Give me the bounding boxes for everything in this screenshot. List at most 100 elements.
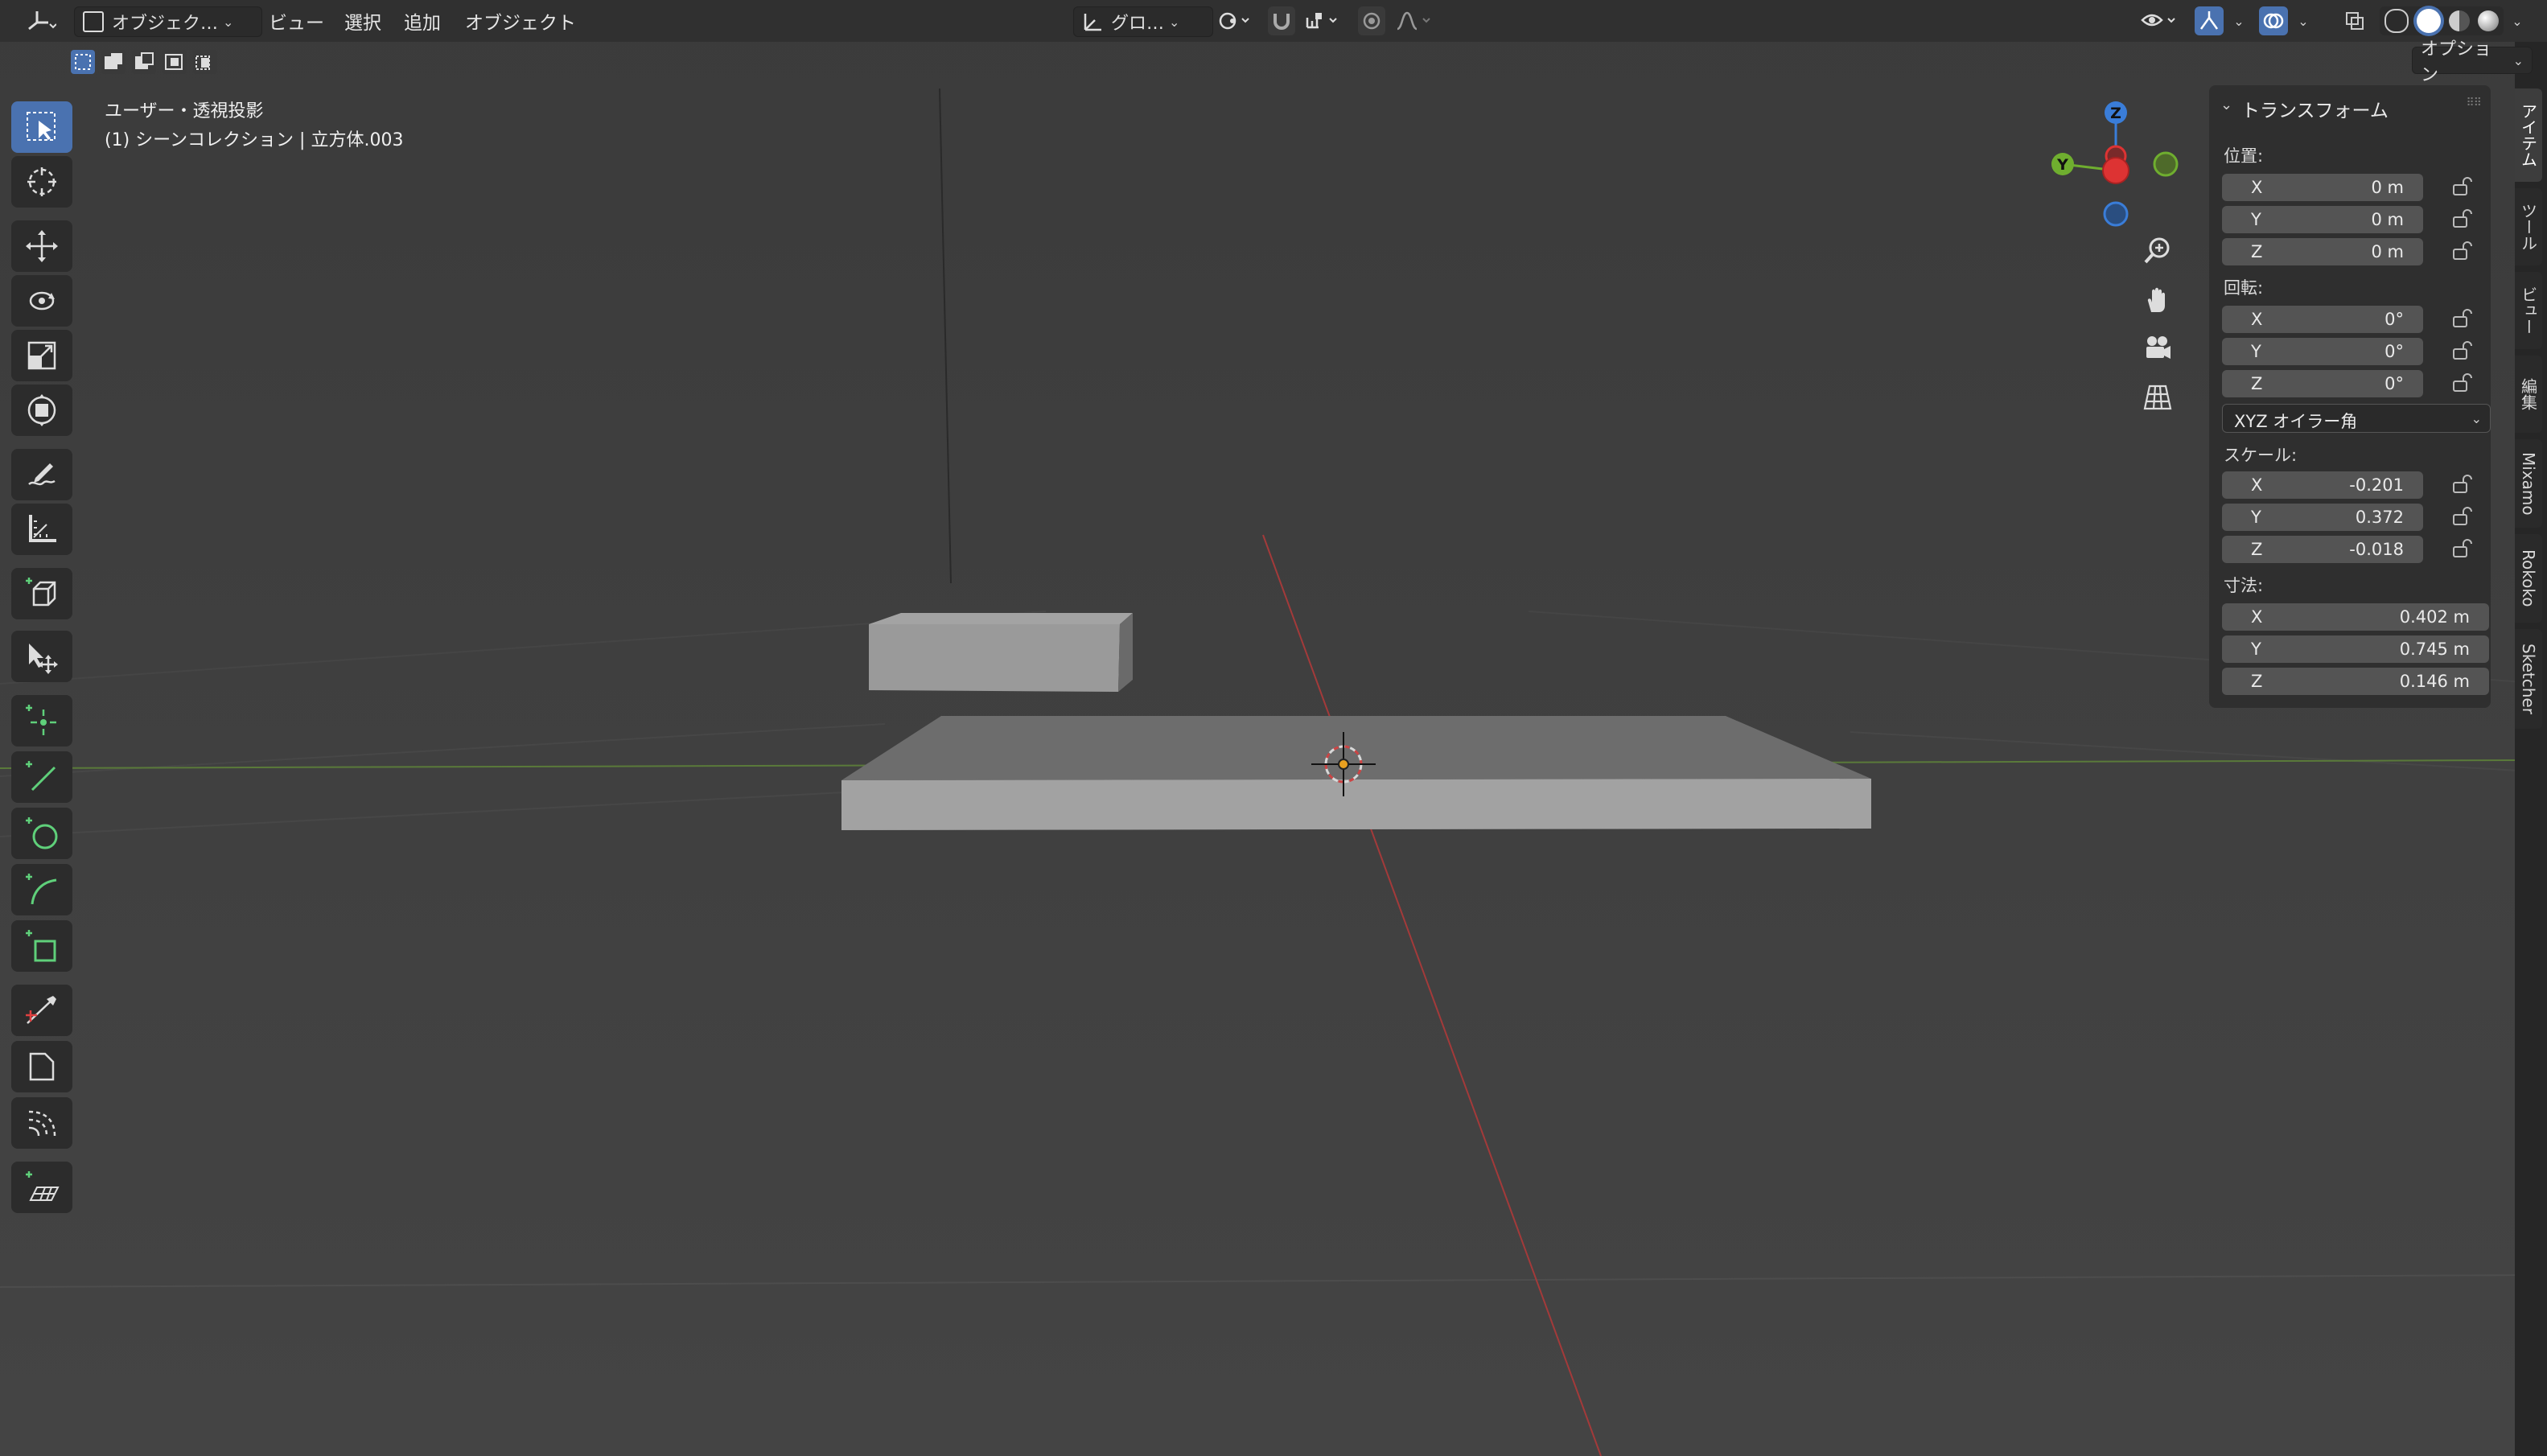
perspective-toggle-button[interactable] [2135,375,2180,420]
select-mode-invert-button[interactable] [163,50,187,74]
gizmo-x-axis[interactable] [2102,157,2129,184]
rotation-z-field[interactable]: Z 0° [2222,370,2423,397]
mode-dropdown[interactable]: オブジェク… ⌄ [74,6,262,37]
tool-knife[interactable] [11,985,72,1036]
scale-y-field[interactable]: Y 0.372 [2222,504,2423,531]
gizmo-neg-z-axis[interactable] [2103,201,2129,227]
menu-object[interactable]: オブジェクト [465,8,576,34]
tool-annotate[interactable] [11,449,72,500]
overlays-toggle-button[interactable] [2259,6,2288,35]
snap-toggle-button[interactable] [1268,6,1295,35]
tool-add-edge[interactable] [11,751,72,803]
scale-z-field[interactable]: Z -0.018 [2222,536,2423,563]
tool-add-grid[interactable] [11,1162,72,1213]
gizmo-dropdown[interactable]: ⌄ [2225,6,2248,35]
select-mode-intersect-button[interactable] [193,50,217,74]
axis-label: Z [2251,374,2263,393]
rotation-y-field[interactable]: Y 0° [2222,338,2423,365]
tab-tool[interactable]: ツール [2515,188,2542,265]
zoom-button[interactable] [2135,228,2180,274]
dimensions-z-field[interactable]: Z 0.146 m [2222,668,2489,695]
transform-orientation-dropdown[interactable]: グロ… ⌄ [1073,6,1213,37]
unlock-icon[interactable] [2450,307,2475,330]
tool-add-cube[interactable] [11,568,72,619]
menu-view[interactable]: ビュー [269,8,324,34]
menu-add[interactable]: 追加 [404,8,441,34]
tool-add-plane[interactable] [11,920,72,972]
unlock-icon[interactable] [2450,208,2475,230]
tool-transform[interactable] [11,385,72,436]
options-dropdown[interactable]: オプション ⌄ [2412,39,2533,85]
select-mode-new-button[interactable] [71,50,95,74]
location-z-field[interactable]: Z 0 m [2222,238,2423,265]
tool-add-vertex[interactable] [11,695,72,747]
tool-measure[interactable] [11,504,72,555]
tab-sketcher[interactable]: Sketcher [2515,629,2542,729]
falloff-dropdown[interactable] [1389,6,1438,35]
drag-handle-icon[interactable]: ⠿⠿ [2466,97,2481,109]
axis-label: Y [2251,508,2261,527]
tab-view[interactable]: ビュー [2515,272,2542,349]
small-cube[interactable] [869,613,1133,692]
tool-scale[interactable] [11,330,72,381]
visibility-dropdown[interactable] [2135,6,2183,35]
navigation-gizmo[interactable]: Z Y [2043,97,2188,241]
solid-shading-icon[interactable] [2417,9,2441,33]
xray-toggle-button[interactable] [2341,6,2368,35]
tool-rotate[interactable] [11,275,72,327]
scale-x-field[interactable]: X -0.201 [2222,471,2423,499]
field-value: -0.018 [2349,540,2404,559]
gizmo-toggle-button[interactable] [2195,6,2224,35]
editor-type-button[interactable] [14,6,66,35]
material-preview-icon[interactable] [2449,10,2470,31]
unlock-icon[interactable] [2450,372,2475,394]
dimensions-x-field[interactable]: X 0.402 m [2222,603,2489,631]
camera-view-button[interactable] [2135,327,2180,372]
location-x-field[interactable]: X 0 m [2222,174,2423,201]
select-mode-subtract-button[interactable] [132,50,156,74]
tool-add-circle[interactable] [11,808,72,859]
rotation-mode-select[interactable]: XYZ オイラー角 ⌄ [2222,404,2491,433]
tool-move[interactable] [11,220,72,272]
unlock-icon[interactable] [2450,473,2475,496]
location-label: 位置: [2224,146,2264,166]
gizmo-neg-y-axis[interactable] [2153,151,2179,177]
shading-dropdown[interactable]: ⌄ [2504,6,2526,35]
location-y-field[interactable]: Y 0 m [2222,206,2423,233]
knife-icon [26,996,56,1024]
unlock-icon[interactable] [2450,240,2475,262]
unlock-icon[interactable] [2450,505,2475,528]
rotation-mode-value: XYZ オイラー角 [2234,412,2358,431]
unlock-icon[interactable] [2450,339,2475,362]
rotation-x-field[interactable]: X 0° [2222,306,2423,333]
add-edge-icon [26,761,56,792]
tab-item[interactable]: アイテム [2515,88,2542,182]
overlays-dropdown[interactable]: ⌄ [2290,6,2312,35]
proportional-editing-button[interactable] [1358,6,1385,35]
axis-label: Z [2251,242,2263,261]
tool-cursor[interactable] [11,156,72,208]
collapse-chevron-icon[interactable]: ⌄ [2220,97,2232,113]
tab-mixamo[interactable]: Mixamo [2515,439,2542,528]
dimensions-y-field[interactable]: Y 0.745 m [2222,635,2489,663]
tool-add-curve[interactable] [11,864,72,915]
add-grid-icon [26,1171,60,1201]
tool-spin[interactable] [11,1097,72,1149]
rotation-label: 回転: [2224,278,2264,298]
wireframe-shading-icon[interactable] [2384,9,2409,33]
rendered-shading-icon[interactable] [2478,10,2499,31]
tool-move-object[interactable] [11,631,72,682]
tab-edit[interactable]: 編集 [2515,356,2542,433]
tool-bevel[interactable] [11,1041,72,1092]
unlock-icon[interactable] [2450,175,2475,198]
unlock-icon[interactable] [2450,537,2475,560]
tool-select-box[interactable] [11,101,72,153]
pan-button[interactable] [2135,278,2180,323]
selected-slab-object[interactable] [841,716,1871,830]
select-new-icon [75,54,91,70]
menu-select[interactable]: 選択 [344,8,381,34]
snap-target-dropdown[interactable] [1297,6,1348,35]
tab-rokoko[interactable]: Rokoko [2515,534,2542,623]
select-mode-extend-button[interactable] [101,50,125,74]
pivot-point-button[interactable] [1210,6,1258,35]
